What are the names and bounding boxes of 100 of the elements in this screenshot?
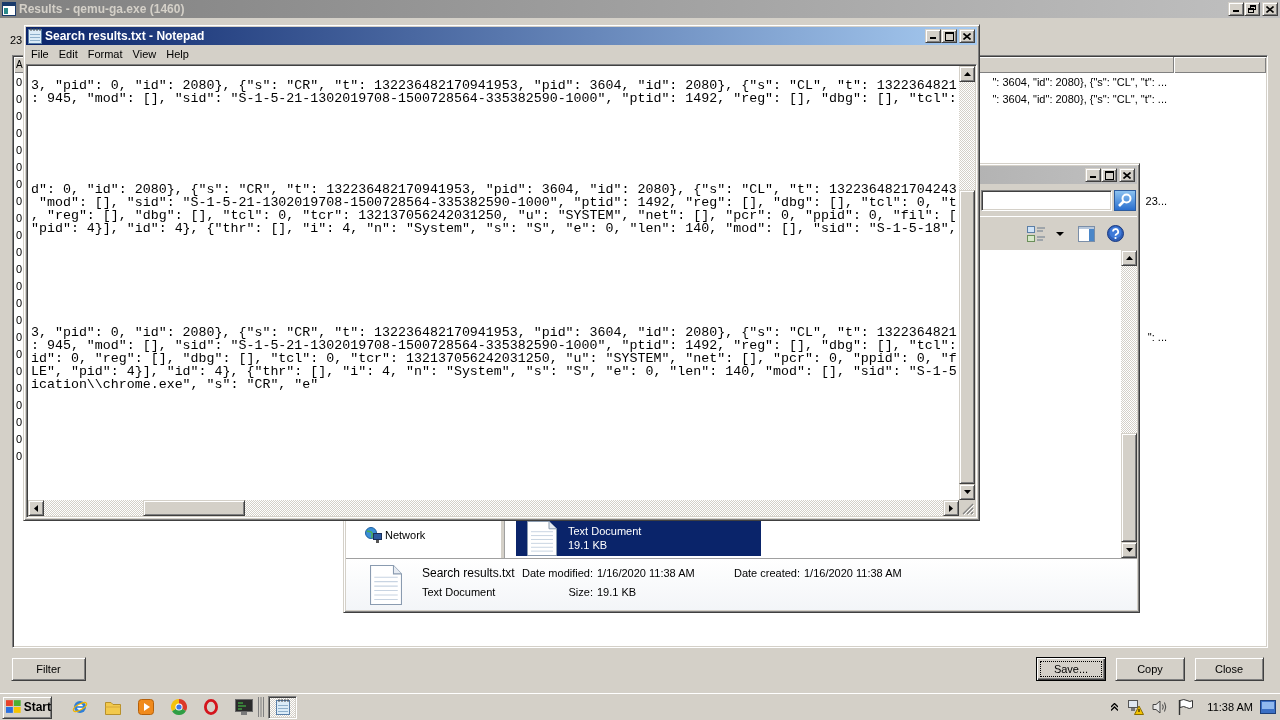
minimize-icon [930,37,936,39]
help-icon[interactable] [1107,225,1124,242]
speaker-icon[interactable] [1152,699,1169,715]
table-cell-text: 0 [15,347,23,360]
text-line: , "reg": [], "dbg": [], "tcl": 0, "tcr": 132137056242031250, "u": "SYSTEM", "net": [], "pcr": 0, "ppid": 0, "fil": [ [31,209,957,222]
menu-item[interactable]: View [127,47,162,62]
table-cell-text: 0 [15,381,23,394]
up-arrow-icon [963,72,971,76]
circle-logo-icon[interactable] [171,699,187,715]
action-button[interactable]: Filter [11,657,86,681]
table-cell-text: 0 [15,262,23,275]
vertical-scrollbar[interactable] [1121,250,1137,558]
action-button[interactable]: Copy [1115,657,1185,681]
task-button[interactable] [268,695,297,719]
table-cell-text: 0 [15,126,23,139]
table-cell-text: 0 [15,245,23,258]
scrollbar-thumb[interactable] [959,190,975,484]
text-line: ication\\chrome.exe", "s": "CR", "e" [31,378,319,391]
start-button[interactable]: Start [2,695,52,719]
horizontal-scrollbar[interactable] [28,500,959,516]
scroll-left-button[interactable] [28,500,44,516]
text-line: 3, "pid": 0, "id": 2080}, {"s": "CR", "t": 132236482170941953, "pid": 3604, "id": 2080}, {"s": "CL", "t": 1322364821 [31,326,957,339]
detail-label: Date created: [733,566,800,580]
text-line: id": 0, "reg": [], "dbg": [], "tcl": 0, "tcr": 132137056242031250, "u": "SYSTEM", "net": [], "pcr": 0, "ppid": 0, "f [31,352,957,365]
scrollbar-thumb[interactable] [1121,433,1137,542]
start-logo-icon [6,700,22,714]
window-title: Results - qemu-ga.exe (1460) [19,2,185,16]
close-button[interactable] [1119,168,1135,182]
action-button[interactable]: Close [1194,657,1264,681]
table-cell-text: 0 [15,211,23,224]
file-name: Search results.txt [422,566,515,580]
detail-label: Size: [568,585,593,599]
flag-icon[interactable] [1178,699,1194,715]
window-title: Search results.txt - Notepad [45,29,205,43]
document-icon [370,565,402,605]
scroll-down-button[interactable] [959,484,975,500]
text-line: "pid": 4}], "id": 4}, {"thr": [], "i": 4, "n": "System", "s": "S", "e": 0, "len": 140, "mod": [], "sid": "S-1-5-18", [31,222,957,235]
table-cell-text: 0 [15,75,23,88]
detail-label: Date modified: [522,566,593,580]
document-tile[interactable]: Text Document 19.1 KB [516,521,761,556]
scroll-up-button[interactable] [959,66,975,82]
minimize-button[interactable] [1228,2,1244,16]
close-icon [963,32,971,40]
menu-item[interactable]: File [26,47,54,62]
table-cell-text: 0 [15,330,23,343]
table-cell-text: 0 [15,194,23,207]
scroll-up-button[interactable] [1121,250,1137,266]
table-cell-text: 0 [15,92,23,105]
nav-item[interactable]: Network [365,527,426,543]
show-desktop-icon[interactable] [1260,700,1276,714]
action-button[interactable]: Save... [1036,657,1106,681]
detail-value: 19.1 KB [597,585,637,599]
scroll-right-button[interactable] [943,500,959,516]
table-cell-text: 0 [15,313,23,326]
table-cell: ": 3604, "id": 2080}, {"s": "CL", "t": ... [992,92,1167,105]
search-button[interactable] [1114,189,1136,211]
result-count: 23 [10,33,23,47]
notepad-icon [275,699,290,715]
play-icon[interactable] [138,699,154,715]
restore-button[interactable] [1244,2,1260,16]
resize-grip-icon[interactable] [962,503,974,515]
network-status-icon[interactable] [1128,699,1145,715]
minimize-icon [1233,10,1239,12]
maximize-icon [944,31,954,41]
menu-item[interactable]: Help [161,47,194,62]
table-cell-text: 0 [15,160,23,173]
table-cell: ": ... [1147,330,1167,343]
chevron-up-icon[interactable] [1111,703,1119,711]
close-button[interactable] [1262,2,1278,16]
scrollbar-thumb[interactable] [143,500,245,516]
maximize-button[interactable] [941,29,957,43]
close-button[interactable] [959,29,975,43]
caret-icon[interactable] [1056,231,1064,236]
menu-item[interactable]: Edit [53,47,83,62]
table-cell-text: 0 [15,398,23,411]
globe-orbit-icon[interactable] [72,699,88,715]
menu-item[interactable]: Format [82,47,128,62]
minimize-icon [1090,176,1096,178]
text-line: : 945, "mod": [], "sid": "S-1-5-21-1302019708-1500728564-335382590-1000", "ptid": 1492, "reg": [], "dbg": [], "tcl": [31,339,957,352]
table-cell-text: 0 [15,296,23,309]
search-icon [1118,193,1132,207]
minimize-button[interactable] [1085,168,1101,182]
list-view-icon[interactable] [1027,225,1045,242]
monitor-icon[interactable] [235,699,253,715]
table-cell-text: 0 [15,279,23,292]
file-type: Text Document [422,585,496,599]
ring-icon[interactable] [204,699,218,715]
table-cell-text: 0 [15,143,23,156]
scroll-down-button[interactable] [1121,542,1137,558]
preview-pane-icon[interactable] [1078,225,1095,242]
vertical-scrollbar[interactable] [959,66,975,500]
left-arrow-icon [34,504,38,512]
close-icon [1266,5,1274,13]
text-line: "mod": [], "sid": "S-1-5-21-1302019708-1500728564-335382590-1000", "ptid": 1492, "reg": [], "dbg": [], "tcl": 0, "t [37,196,957,209]
search-field[interactable] [981,189,1112,211]
table-cell: ": 3604, "id": 2080}, {"s": "CL", "t": ... [992,75,1167,88]
minimize-button[interactable] [925,29,941,43]
maximize-button[interactable] [1101,168,1117,182]
column-header[interactable]: A [14,57,23,73]
toolbar-grip-icon[interactable] [258,697,264,717]
